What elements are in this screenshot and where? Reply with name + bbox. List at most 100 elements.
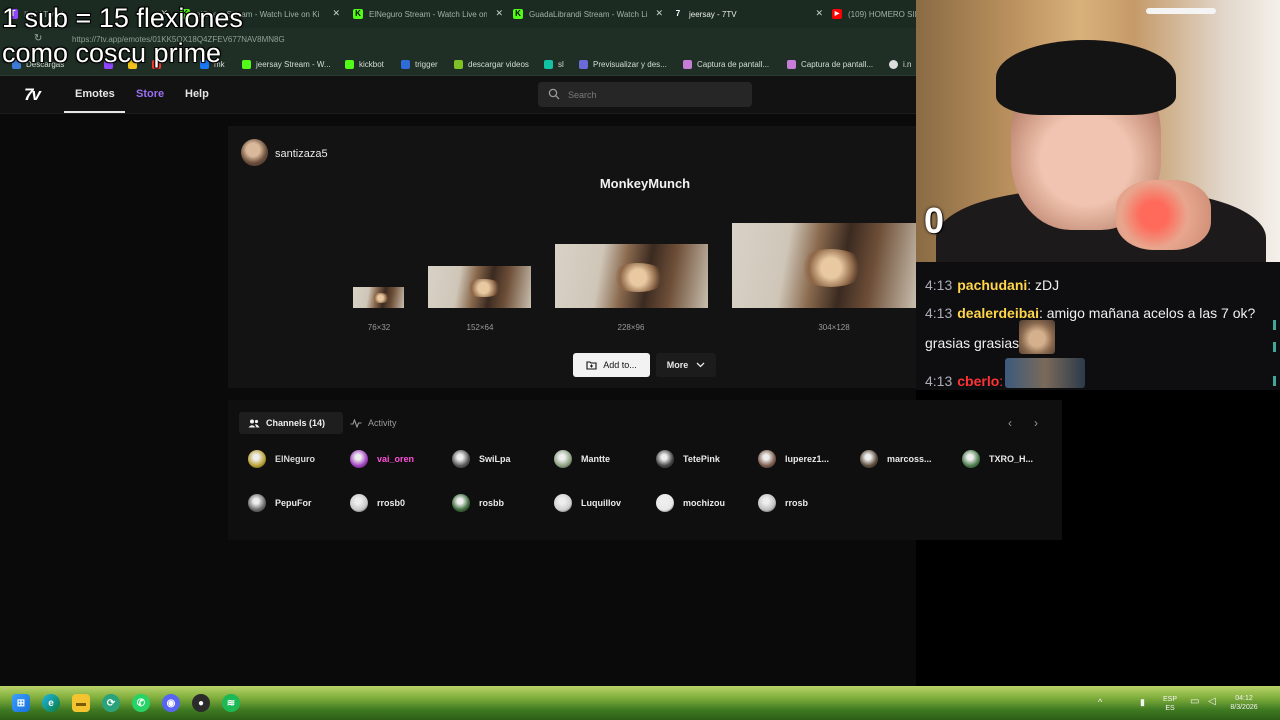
language-indicator[interactable]: ESP ES [1160, 695, 1180, 713]
clock-date: 8/3/2026 [1230, 704, 1258, 711]
close-icon[interactable]: ✕ [655, 8, 663, 19]
kick-icon [242, 59, 251, 69]
channel-name: mochizou [683, 498, 725, 508]
windows-start-icon[interactable]: ⊞ [12, 694, 30, 712]
browser-tab-active[interactable]: 7 jeersay - 7TV ✕ [673, 4, 823, 24]
bookmark-item[interactable]: trigger [401, 58, 438, 70]
channel-avatar [248, 494, 266, 512]
close-icon[interactable]: ✕ [332, 8, 340, 19]
bookmark-item[interactable]: jeersay Stream - W... [242, 58, 331, 70]
channel-item[interactable]: TXRO_H... [962, 449, 1033, 469]
stream-overlay-line1: 1 sub = 15 flexiones [2, 3, 243, 33]
channel-item[interactable]: mochizou [656, 493, 725, 513]
prev-page-icon[interactable]: ‹ [1008, 416, 1012, 430]
channel-item[interactable]: TetePink [656, 449, 720, 469]
close-icon[interactable]: ✕ [815, 8, 823, 19]
size-label: 228×96 [617, 323, 645, 332]
channel-name: SwiLpa [479, 454, 511, 464]
bookmark-item[interactable]: Previsualizar y des... [579, 58, 667, 70]
chat-timestamp: 4:13 [925, 277, 953, 293]
channel-item[interactable]: Mantte [554, 449, 610, 469]
pen-icon [683, 59, 692, 69]
language-code: ESP [1162, 696, 1177, 703]
browser-tab[interactable]: ▶ (109) HOMERO SIM [832, 4, 916, 24]
next-page-icon[interactable]: › [1034, 416, 1038, 430]
bookmark-icon [544, 59, 553, 69]
whatsapp-icon[interactable]: ✆ [132, 694, 150, 712]
emote-preview-3x [555, 244, 708, 308]
channel-name: luperez1... [785, 454, 830, 464]
browser-icon[interactable]: ⟳ [102, 694, 120, 712]
chat-emote [1019, 320, 1055, 354]
channel-name: Mantte [581, 454, 610, 464]
channel-avatar [962, 450, 980, 468]
site-navbar: 7v Emotes Store Help [0, 76, 916, 114]
tab-activity[interactable]: Activity [350, 412, 397, 434]
channel-item[interactable]: Luquillov [554, 493, 621, 513]
tab-label: jeersay - 7TV [689, 9, 737, 19]
channel-item[interactable]: rosbb [452, 493, 504, 513]
bookmark-item[interactable]: descargar videos [454, 58, 529, 70]
channel-item[interactable]: ElNeguro [248, 449, 315, 469]
bookmark-item[interactable]: sl [544, 58, 564, 70]
webcam-light [1146, 8, 1216, 14]
channel-name: rosbb [479, 498, 505, 508]
edge-icon[interactable]: e [42, 694, 60, 712]
channel-item[interactable]: rrosb [758, 493, 808, 513]
chat-colon: : [999, 373, 1004, 389]
nav-store[interactable]: Store [136, 88, 164, 100]
channel-avatar [452, 450, 470, 468]
channel-name: PepuFor [275, 498, 312, 508]
nav-help[interactable]: Help [185, 88, 209, 100]
7tv-logo[interactable]: 7v [24, 85, 41, 105]
channel-avatar [554, 450, 572, 468]
volume-icon[interactable]: ◁ [1208, 697, 1216, 707]
close-icon[interactable]: ✕ [495, 8, 503, 19]
globe-icon [889, 59, 898, 69]
chat-username: cberlo [957, 373, 1000, 389]
chat-text: amigo mañana acelos a las 7 ok? [1042, 305, 1256, 321]
bookmark-item[interactable]: i.n [889, 58, 911, 70]
browser-tab[interactable]: K GuadaLibrandi Stream - Watch Liv ✕ [513, 4, 663, 24]
channel-item[interactable]: rrosb0 [350, 493, 405, 513]
bookmark-item[interactable]: Captura de pantall... [787, 58, 873, 70]
channel-name: TetePink [683, 454, 720, 464]
mic-icon[interactable]: ▮ [1140, 698, 1145, 707]
obs-icon[interactable]: ● [192, 694, 210, 712]
nav-emotes[interactable]: Emotes [75, 88, 115, 100]
search-icon [548, 88, 560, 100]
browser-tab[interactable]: K ElNeguro Stream - Watch Live on ✕ [353, 4, 503, 24]
discord-icon[interactable]: ◉ [162, 694, 180, 712]
search-box[interactable] [538, 82, 752, 107]
chat-text: grasias grasias [925, 335, 1020, 351]
channel-item[interactable]: luperez1... [758, 449, 829, 469]
channel-name: ElNeguro [275, 454, 316, 464]
bookmark-item[interactable]: kickbot [345, 58, 384, 70]
spotify-icon[interactable]: ≋ [222, 694, 240, 712]
channel-item[interactable]: PepuFor [248, 493, 312, 513]
folder-plus-icon [586, 361, 597, 370]
add-to-button[interactable]: Add to... [573, 353, 650, 377]
more-button[interactable]: More [656, 353, 716, 377]
owner-name[interactable]: santizaza5 [275, 148, 328, 160]
search-input[interactable] [568, 87, 738, 102]
channel-avatar [758, 494, 776, 512]
network-icon[interactable]: ▭ [1190, 697, 1199, 707]
emote-preview-4x [732, 223, 916, 308]
channel-item[interactable]: vai_oren [350, 449, 414, 469]
file-explorer-icon[interactable]: ▬ [72, 694, 90, 712]
bookmark-item[interactable]: Captura de pantall... [683, 58, 769, 70]
bookmark-icon [401, 59, 410, 69]
add-to-label: Add to... [603, 360, 637, 370]
chat-timestamp: 4:13 [925, 373, 953, 389]
chat-scroll-marker [1273, 342, 1276, 352]
7tv-icon: 7 [675, 9, 681, 18]
owner-avatar[interactable] [241, 139, 268, 166]
channel-item[interactable]: marcoss... [860, 449, 932, 469]
clock[interactable]: 04:12 8/3/2026 [1222, 694, 1266, 712]
tab-label: (109) HOMERO SIM [848, 9, 916, 19]
tab-channels[interactable]: Channels (14) [239, 412, 343, 434]
tray-overflow-icon[interactable]: ^ [1098, 698, 1102, 707]
chat-overlay: 4:13 pachudani: zDJ 4:13 dealerdeibai: ami… [916, 262, 1280, 390]
channel-item[interactable]: SwiLpa [452, 449, 511, 469]
